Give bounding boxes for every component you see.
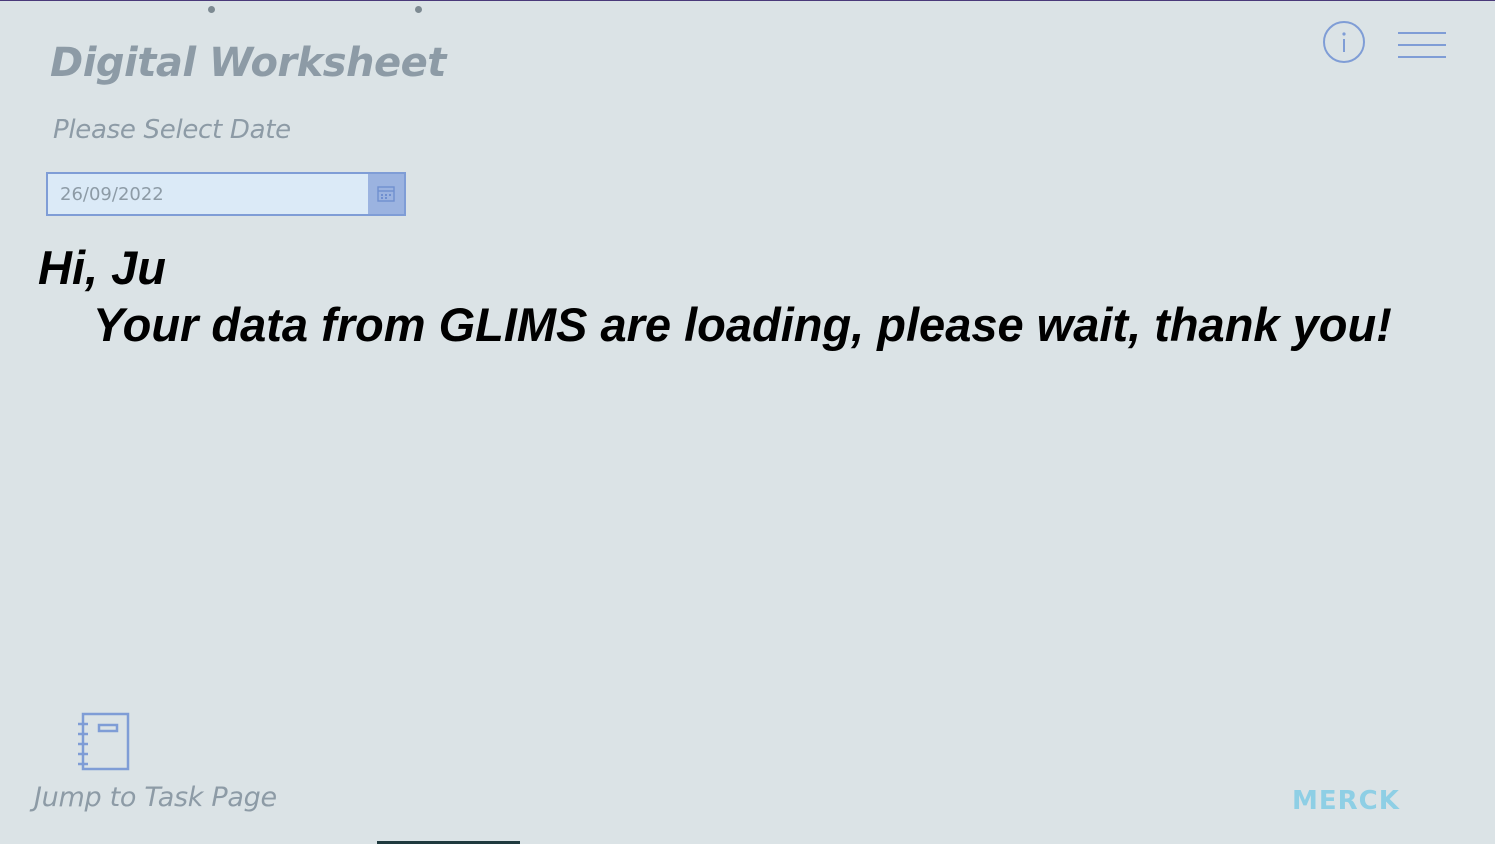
merck-logo: MERCK <box>1292 786 1400 816</box>
loading-message: Your data from GLIMS are loading, please… <box>93 298 1392 351</box>
date-input[interactable] <box>48 174 368 214</box>
info-button[interactable] <box>1323 21 1365 63</box>
greeting-text: Hi, Ju <box>38 241 166 294</box>
date-prompt-label: Please Select Date <box>53 115 291 145</box>
info-icon <box>1323 21 1365 63</box>
top-border <box>0 0 1495 1</box>
calendar-icon <box>377 186 395 202</box>
loading-dot <box>208 6 215 13</box>
task-page-link[interactable]: Jump to Task Page <box>34 782 277 813</box>
task-page-button[interactable] <box>78 712 132 772</box>
notebook-icon <box>78 712 130 771</box>
hamburger-menu-icon <box>1398 32 1446 58</box>
calendar-button[interactable] <box>368 174 404 214</box>
app-title: Digital Worksheet <box>50 40 446 86</box>
loading-dot <box>415 6 422 13</box>
date-picker[interactable] <box>46 172 406 216</box>
menu-button[interactable] <box>1398 30 1446 60</box>
